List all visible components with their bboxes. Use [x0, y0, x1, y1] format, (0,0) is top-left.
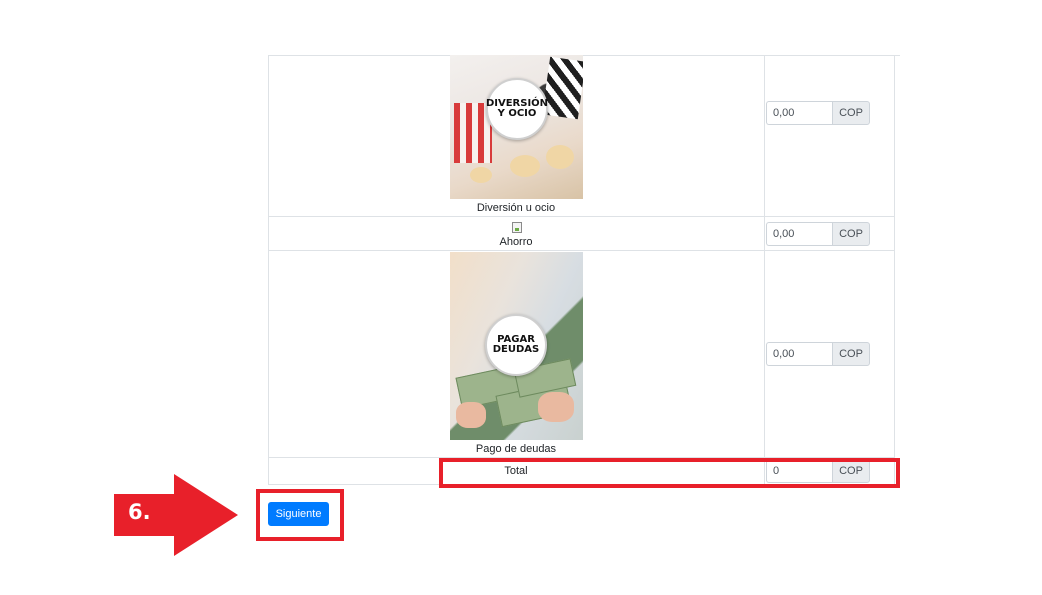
step-number: 6. [128, 500, 151, 524]
table-row-divider [268, 55, 900, 56]
category-label: Diversión u ocio [476, 202, 556, 214]
amount-input-ahorro[interactable] [766, 222, 832, 246]
table-row-divider [268, 216, 895, 217]
amount-input-diversion[interactable] [766, 101, 832, 125]
category-label: Ahorro [499, 236, 533, 248]
popcorn-shape [510, 155, 540, 177]
table-col-divider [894, 55, 895, 485]
category-badge: DIVERSIÓN Y OCIO [486, 78, 548, 140]
currency-addon: COP [832, 342, 870, 366]
table-col-divider [268, 55, 269, 485]
pago-deudas-image: PAGAR DEUDAS [450, 252, 583, 440]
category-badge: PAGAR DEUDAS [485, 314, 547, 376]
clapperboard-shape [542, 56, 583, 120]
popcorn-shape [546, 145, 574, 169]
button-highlight-box [256, 489, 344, 541]
diversion-ocio-image: DIVERSIÓN Y OCIO [450, 55, 583, 199]
hand-shape [538, 392, 574, 422]
amount-input-group: COP [766, 222, 870, 246]
currency-addon: COP [832, 101, 870, 125]
hand-shape [456, 402, 486, 428]
amount-input-group: COP [766, 342, 870, 366]
total-highlight-box [439, 458, 900, 488]
amount-input-group: COP [766, 101, 870, 125]
broken-image-icon [512, 222, 522, 233]
table-row-divider [268, 250, 895, 251]
table-col-divider [764, 55, 765, 485]
category-label: Pago de deudas [475, 443, 557, 455]
currency-addon: COP [832, 222, 870, 246]
amount-input-deudas[interactable] [766, 342, 832, 366]
popcorn-shape [470, 167, 492, 183]
